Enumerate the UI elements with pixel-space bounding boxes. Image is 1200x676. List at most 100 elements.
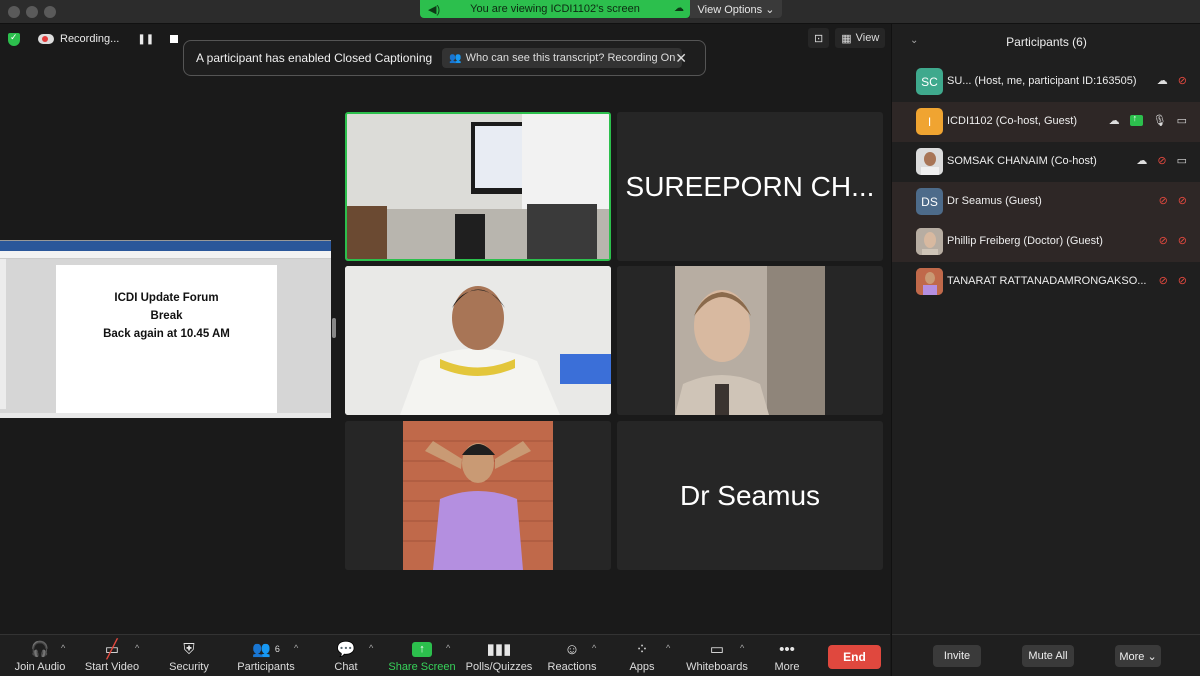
start-video-button[interactable]: ▭ ╱ Start Video [72, 639, 152, 674]
more-button[interactable]: More ⌄ [1115, 645, 1161, 667]
invite-button[interactable]: Invite [933, 645, 981, 667]
polls-button[interactable]: ▮▮▮ Polls/Quizzes [459, 639, 539, 673]
participant-name-label: Dr Seamus [679, 479, 821, 511]
people-icon: 👥 6 [252, 641, 280, 658]
encryption-shield-icon[interactable] [8, 32, 20, 46]
polls-label: Polls/Quizzes [465, 661, 533, 673]
pause-recording-icon[interactable]: ❚❚ [137, 34, 154, 45]
video-off-icon: ⊘ [1177, 275, 1187, 287]
tanarat-video-feed [345, 421, 611, 570]
video-off-icon: ⊘ [1177, 195, 1187, 207]
close-icon[interactable]: ✕ [675, 50, 687, 67]
view-button[interactable]: ▦ View [835, 28, 886, 48]
avatar [916, 268, 943, 295]
chevron-up-icon[interactable]: ^ [740, 643, 744, 653]
more-dots-icon: ••• [779, 640, 795, 658]
headphones-icon: 🎧 [30, 641, 50, 658]
minimize-window-button[interactable] [26, 6, 38, 18]
people-icon: 👥 [449, 52, 462, 64]
video-tile-sureeporn[interactable]: SUREEPORN CH... [617, 112, 883, 261]
join-audio-label: Join Audio [14, 661, 66, 673]
video-tile-tanarat[interactable] [345, 421, 611, 570]
participant-row[interactable]: I ICDI1102 (Co-host, Guest) ☁ 🎙 ▭ [892, 102, 1200, 142]
caption-message: A participant has enabled Closed Caption… [196, 51, 433, 65]
security-button[interactable]: ⛨ Security [149, 639, 229, 674]
immersive-view-button[interactable]: ⊡ [808, 28, 830, 48]
more-toolbar-button[interactable]: ••• More [747, 639, 827, 674]
participant-row[interactable]: DS Dr Seamus (Guest) ⊘ ⊘ [892, 182, 1200, 222]
screen-share-icon [1129, 113, 1143, 126]
participant-row[interactable]: TANARAT RATTANADAMRONGAKSO... ⊘ ⊘ [892, 262, 1200, 302]
view-options-button[interactable]: View Options ⌄ [690, 0, 782, 18]
chevron-down-icon[interactable]: ⌄ [910, 35, 918, 46]
cloud-recording-icon [38, 34, 54, 44]
participant-row[interactable]: SOMSAK CHANAIM (Co-host) ☁ ⊘ ▭ [892, 142, 1200, 182]
more-label: More [774, 661, 800, 673]
chevron-up-icon[interactable]: ^ [592, 643, 596, 653]
share-screen-label: Share Screen [388, 661, 456, 673]
chat-label: Chat [334, 661, 358, 673]
transcript-visibility-button[interactable]: 👥 Who can see this transcript? Recording… [442, 48, 683, 68]
security-label: Security [169, 661, 209, 673]
whiteboards-label: Whiteboards [686, 661, 748, 673]
microphone-muted-icon: ⊘ [1158, 195, 1168, 207]
join-audio-button[interactable]: 🎧 Join Audio [0, 639, 80, 673]
avatar: I [916, 108, 943, 135]
video-tile-somsak[interactable] [345, 266, 611, 415]
video-camera-icon: ▭ [1176, 155, 1187, 167]
doc-line-break: Break [150, 310, 183, 322]
chat-button[interactable]: 💬 Chat [306, 639, 386, 673]
chevron-up-icon[interactable]: ^ [61, 643, 65, 653]
chevron-up-icon[interactable]: ^ [369, 643, 373, 653]
shield-icon: ⛨ [183, 640, 195, 658]
avatar [916, 148, 943, 175]
word-status-bar [0, 413, 331, 418]
smiley-icon: ☺ [564, 640, 580, 658]
whiteboard-icon: ▭ [709, 641, 725, 658]
shared-screen[interactable]: ICDI Update Forum Break Back again at 10… [0, 240, 331, 418]
chevron-up-icon[interactable]: ^ [135, 643, 139, 653]
participants-title: Participants (6) [1006, 35, 1087, 49]
tanarat-avatar-image [916, 268, 943, 295]
video-tile-phillip[interactable] [617, 266, 883, 415]
grid-icon: ▦ [841, 32, 852, 45]
microphone-muted-icon: ⊘ [1158, 235, 1168, 247]
microphone-icon: 🎙 [1152, 115, 1167, 127]
doc-line-title: ICDI Update Forum [114, 292, 219, 304]
close-window-button[interactable] [8, 6, 20, 18]
reactions-button[interactable]: ☺ Reactions [532, 639, 612, 674]
chevron-up-icon[interactable]: ^ [666, 643, 670, 653]
apps-grid-icon: ⁘ [635, 641, 649, 658]
view-label: View [855, 32, 880, 44]
whiteboards-button[interactable]: ▭ Whiteboards [677, 639, 757, 673]
closed-caption-banner: A participant has enabled Closed Caption… [183, 40, 706, 76]
participant-row[interactable]: SC SU... (Host, me, participant ID:16350… [892, 62, 1200, 102]
participants-footer: Invite Mute All More ⌄ [892, 634, 1200, 676]
participant-name: TANARAT RATTANADAMRONGAKSO... [947, 275, 1147, 287]
video-tile-dr-seamus[interactable]: Dr Seamus [617, 421, 883, 570]
cloud-recording-icon: ☁ [1156, 75, 1168, 87]
phillip-video-feed [617, 266, 883, 415]
document-page: ICDI Update Forum Break Back again at 10… [56, 265, 277, 413]
phillip-avatar-image [916, 228, 943, 255]
chevron-up-icon[interactable]: ^ [446, 643, 450, 653]
video-tile-icdi1102[interactable] [345, 112, 611, 261]
recording-label: Recording... [60, 33, 120, 45]
microphone-muted-icon: ⊘ [1158, 275, 1168, 287]
video-off-icon: ⊘ [1177, 235, 1187, 247]
zoom-window: ◀) You are viewing ICDI1102's screen ☁ V… [0, 0, 1200, 676]
lock-icon: ⊡ [814, 32, 824, 45]
maximize-window-button[interactable] [44, 6, 56, 18]
viewing-screen-banner: ◀) You are viewing ICDI1102's screen ☁ [420, 0, 690, 18]
apps-label: Apps [629, 661, 655, 673]
viewing-screen-text: You are viewing ICDI1102's screen [470, 3, 640, 15]
end-meeting-button[interactable]: End [828, 645, 881, 669]
participant-row[interactable]: Phillip Freiberg (Doctor) (Guest) ⊘ ⊘ [892, 222, 1200, 262]
split-view-handle[interactable] [332, 318, 336, 338]
chevron-up-icon[interactable]: ^ [294, 643, 298, 653]
participant-name: Dr Seamus (Guest) [947, 195, 1042, 207]
room-video-feed [347, 114, 609, 259]
meeting-area: Recording... ❚❚ A participant has enable… [0, 24, 890, 634]
mute-all-button[interactable]: Mute All [1022, 645, 1074, 667]
stop-recording-icon[interactable] [170, 35, 179, 43]
